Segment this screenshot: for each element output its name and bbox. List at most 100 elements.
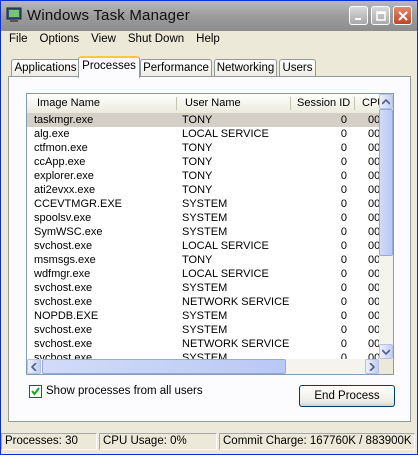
process-cpu: 00 xyxy=(368,254,379,266)
process-name: wdfmgr.exe xyxy=(34,268,91,280)
process-name: NOPDB.EXE xyxy=(34,310,99,322)
column-divider[interactable] xyxy=(354,97,355,110)
table-row[interactable]: svchost.exeSYSTEM000 xyxy=(27,323,379,337)
process-cpu: 00 xyxy=(368,184,379,196)
column-divider[interactable] xyxy=(290,97,291,110)
scroll-up-button[interactable] xyxy=(379,94,393,109)
table-row[interactable]: svchost.exeNETWORK SERVICE000 xyxy=(27,295,379,309)
process-session-id: 0 xyxy=(340,198,347,210)
scroll-down-button[interactable] xyxy=(379,344,393,359)
tab-applications[interactable]: Applications xyxy=(11,59,80,77)
process-name: alg.exe xyxy=(34,128,70,140)
column-header-cpu[interactable]: CPU xyxy=(362,94,379,113)
process-cpu: 00 xyxy=(368,338,379,350)
process-user: SYSTEM xyxy=(182,352,228,359)
status-bar: Processes: 30 CPU Usage: 0% Commit Charg… xyxy=(1,431,417,454)
horizontal-scrollbar[interactable] xyxy=(27,359,379,374)
process-name: svchost.exe xyxy=(34,338,93,350)
table-row[interactable]: svchost.exeSYSTEM000 xyxy=(27,281,379,295)
process-session-id: 0 xyxy=(340,324,347,336)
title-bar[interactable]: Windows Task Manager xyxy=(1,1,417,31)
maximize-icon xyxy=(375,10,386,21)
table-row[interactable]: ccApp.exeTONY000 xyxy=(27,155,379,169)
process-user: LOCAL SERVICE xyxy=(182,128,269,140)
tab-users[interactable]: Users xyxy=(279,59,316,77)
process-cpu: 00 xyxy=(368,352,379,359)
menu-options[interactable]: Options xyxy=(34,31,86,50)
process-user: TONY xyxy=(182,254,213,266)
process-cpu: 00 xyxy=(368,226,379,238)
table-row[interactable]: svchost.exeLOCAL SERVICE000 xyxy=(27,239,379,253)
column-header-image-name[interactable]: Image Name xyxy=(37,94,100,113)
close-button[interactable] xyxy=(393,6,412,25)
minimize-icon xyxy=(354,17,361,20)
table-row[interactable]: NOPDB.EXESYSTEM000 xyxy=(27,309,379,323)
vertical-scroll-thumb[interactable] xyxy=(379,109,393,256)
process-user: SYSTEM xyxy=(182,324,228,336)
table-row[interactable]: svchost.exeNETWORK SERVICE000 xyxy=(27,337,379,351)
maximize-button[interactable] xyxy=(371,6,390,25)
scrollbar-corner xyxy=(379,359,393,374)
process-user: TONY xyxy=(182,142,213,154)
table-row[interactable]: svchost.exeSYSTEM000 xyxy=(27,351,379,359)
process-name: taskmgr.exe xyxy=(34,114,94,126)
process-session-id: 0 xyxy=(340,240,347,252)
horizontal-scroll-thumb[interactable] xyxy=(42,359,286,374)
close-icon xyxy=(397,10,408,21)
show-all-users-label[interactable]: Show processes from all users xyxy=(46,385,203,397)
process-cpu: 00 xyxy=(368,296,379,308)
checkmark-icon xyxy=(31,387,40,396)
table-row[interactable]: ati2evxx.exeTONY000 xyxy=(27,183,379,197)
table-row[interactable]: msmsgs.exeTONY000 xyxy=(27,253,379,267)
menu-view[interactable]: View xyxy=(85,31,122,50)
column-header-session-id[interactable]: Session ID xyxy=(297,94,350,113)
table-row[interactable]: taskmgr.exeTONY000 xyxy=(27,113,379,127)
minimize-button[interactable] xyxy=(349,6,368,25)
menu-bar: File Options View Shut Down Help xyxy=(3,31,415,50)
process-session-id: 0 xyxy=(340,338,347,350)
table-row[interactable]: wdfmgr.exeLOCAL SERVICE000 xyxy=(27,267,379,281)
tab-processes[interactable]: Processes xyxy=(78,56,140,78)
scroll-right-button[interactable] xyxy=(365,359,379,374)
status-commit-charge: Commit Charge: 167760K / 883900K xyxy=(219,433,415,450)
process-name: explorer.exe xyxy=(34,170,94,182)
process-user: NETWORK SERVICE xyxy=(182,338,290,350)
scroll-left-button[interactable] xyxy=(27,359,41,374)
process-rows: taskmgr.exeTONY000alg.exeLOCAL SERVICE00… xyxy=(27,113,379,359)
menu-shut-down[interactable]: Shut Down xyxy=(122,31,190,50)
menu-help[interactable]: Help xyxy=(190,31,226,50)
tab-networking[interactable]: Networking xyxy=(214,59,277,77)
process-cpu: 00 xyxy=(368,198,379,210)
end-process-button[interactable]: End Process xyxy=(299,385,395,407)
process-name: msmsgs.exe xyxy=(34,254,96,266)
menu-file[interactable]: File xyxy=(3,31,34,50)
status-processes: Processes: 30 xyxy=(1,433,97,450)
table-row[interactable]: ctfmon.exeTONY000 xyxy=(27,141,379,155)
process-user: LOCAL SERVICE xyxy=(182,240,269,252)
vertical-scrollbar[interactable] xyxy=(379,94,393,359)
process-list[interactable]: Image Name User Name Session ID CPU task… xyxy=(26,93,394,375)
process-user: TONY xyxy=(182,156,213,168)
tab-performance[interactable]: Performance xyxy=(140,59,212,77)
process-cpu: 00 xyxy=(368,128,379,140)
process-session-id: 0 xyxy=(340,352,347,359)
process-cpu: 00 xyxy=(368,156,379,168)
show-all-users-checkbox[interactable] xyxy=(29,385,42,398)
table-row[interactable]: explorer.exeTONY000 xyxy=(27,169,379,183)
column-divider[interactable] xyxy=(176,97,177,110)
column-header-user-name[interactable]: User Name xyxy=(185,94,241,113)
process-name: ati2evxx.exe xyxy=(34,184,96,196)
process-cpu: 00 xyxy=(368,324,379,336)
task-manager-icon xyxy=(6,7,22,22)
process-cpu: 00 xyxy=(368,268,379,280)
process-user: TONY xyxy=(182,170,213,182)
table-row[interactable]: CCEVTMGR.EXESYSTEM000 xyxy=(27,197,379,211)
table-row[interactable]: spoolsv.exeSYSTEM000 xyxy=(27,211,379,225)
arrow-right-icon xyxy=(369,362,375,371)
arrow-up-icon xyxy=(382,98,390,105)
process-cpu: 00 xyxy=(368,114,379,126)
process-session-id: 0 xyxy=(340,310,347,322)
table-row[interactable]: alg.exeLOCAL SERVICE000 xyxy=(27,127,379,141)
table-row[interactable]: SymWSC.exeSYSTEM000 xyxy=(27,225,379,239)
process-session-id: 0 xyxy=(340,156,347,168)
